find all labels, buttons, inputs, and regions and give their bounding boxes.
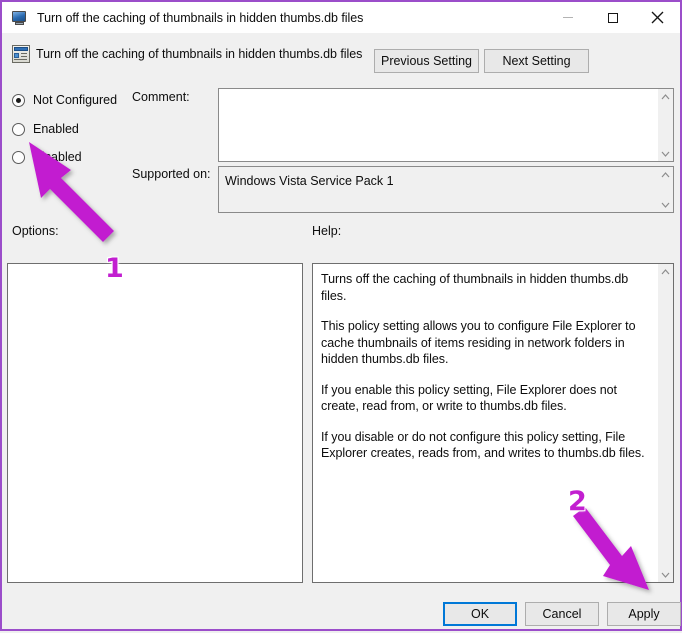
setting-title: Turn off the caching of thumbnails in hi… [36, 47, 363, 61]
comment-textarea[interactable] [219, 89, 658, 161]
help-paragraph: If you enable this policy setting, File … [321, 382, 617, 414]
close-button[interactable] [635, 2, 680, 33]
window-controls [545, 2, 680, 33]
supported-on-label: Supported on: [132, 167, 211, 181]
close-icon [651, 11, 664, 24]
maximize-button[interactable] [590, 2, 635, 33]
options-panel[interactable] [7, 263, 303, 583]
help-label: Help: [312, 224, 342, 238]
help-scrollbar[interactable] [658, 264, 673, 582]
help-content: Turns off the caching of thumbnails in h… [313, 264, 658, 582]
supported-on-content: Windows Vista Service Pack 1 [219, 167, 658, 212]
supported-on-value: Windows Vista Service Pack 1 [225, 174, 394, 188]
comment-field[interactable] [218, 88, 674, 162]
window-title: Turn off the caching of thumbnails in hi… [37, 10, 364, 25]
supported-on-scrollbar[interactable] [658, 167, 673, 212]
comment-scrollbar[interactable] [658, 89, 673, 161]
minimize-icon [562, 17, 573, 18]
radio-label-not-configured: Not Configured [33, 93, 118, 107]
options-content [8, 264, 302, 582]
radio-enabled[interactable]: Enabled [12, 122, 79, 136]
computer-monitor-icon [11, 10, 29, 26]
radio-indicator-disabled[interactable] [12, 150, 25, 164]
policy-setting-window: Turn off the caching of thumbnails in hi… [0, 0, 682, 631]
previous-setting-button[interactable]: Previous Setting [374, 49, 479, 73]
next-setting-button[interactable]: Next Setting [484, 49, 589, 73]
cancel-button[interactable]: Cancel [525, 602, 599, 626]
radio-label-disabled: Disabled [33, 150, 82, 164]
annotation-number-1: 1 [105, 253, 124, 284]
help-paragraph: If you disable or do not configure this … [321, 429, 645, 461]
radio-label-enabled: Enabled [33, 122, 79, 136]
scroll-down-icon[interactable] [658, 197, 673, 212]
scroll-up-icon[interactable] [658, 264, 673, 279]
apply-button[interactable]: Apply [607, 602, 681, 626]
radio-indicator-not-configured[interactable] [12, 93, 25, 107]
radio-not-configured[interactable]: Not Configured [12, 93, 117, 107]
help-paragraph: This policy setting allows you to config… [321, 319, 636, 366]
help-paragraph: Turns off the caching of thumbnails in h… [321, 272, 629, 303]
comment-label: Comment: [132, 90, 190, 104]
options-label: Options: [12, 224, 59, 238]
minimize-button[interactable] [545, 2, 590, 33]
supported-on-field: Windows Vista Service Pack 1 [218, 166, 674, 213]
scroll-down-icon[interactable] [658, 146, 673, 161]
maximize-icon [607, 12, 618, 23]
help-panel[interactable]: Turns off the caching of thumbnails in h… [312, 263, 674, 583]
scroll-up-icon[interactable] [658, 89, 673, 104]
group-policy-setting-icon [12, 45, 30, 63]
title-bar: Turn off the caching of thumbnails in hi… [2, 2, 680, 33]
annotation-number-2: 2 [568, 486, 587, 517]
scroll-down-icon[interactable] [658, 567, 673, 582]
radio-indicator-enabled[interactable] [12, 122, 25, 136]
scroll-up-icon[interactable] [658, 167, 673, 182]
radio-disabled[interactable]: Disabled [12, 150, 82, 164]
ok-button[interactable]: OK [443, 602, 517, 626]
